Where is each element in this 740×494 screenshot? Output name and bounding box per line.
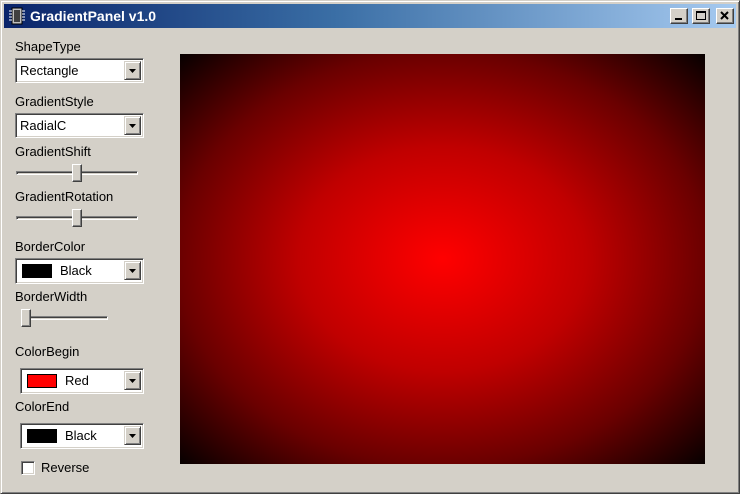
color-end-dropdown-button[interactable]: [124, 426, 141, 445]
gradient-rotation-thumb[interactable]: [72, 209, 82, 227]
border-color-swatch: [22, 264, 52, 278]
gradient-rotation-slider[interactable]: [16, 207, 138, 229]
close-icon: [720, 11, 729, 20]
shape-type-dropdown-button[interactable]: [124, 61, 141, 80]
color-begin-label: ColorBegin: [15, 344, 80, 359]
gradient-style-label: GradientStyle: [15, 94, 94, 109]
color-begin-swatch: [27, 374, 57, 388]
border-color-label: BorderColor: [15, 239, 86, 254]
chevron-down-icon: [129, 379, 136, 383]
color-begin-dropdown-button[interactable]: [124, 371, 141, 390]
close-button[interactable]: [716, 8, 734, 24]
chevron-down-icon: [129, 69, 136, 73]
border-color-dropdown-button[interactable]: [124, 261, 141, 280]
color-end-label: ColorEnd: [15, 399, 70, 414]
reverse-label[interactable]: Reverse: [41, 460, 89, 475]
maximize-button[interactable]: [692, 8, 710, 24]
window-title: GradientPanel v1.0: [30, 8, 157, 24]
gradient-style-value: RadialC: [20, 118, 67, 133]
chevron-down-icon: [129, 124, 136, 128]
border-color-select[interactable]: Black: [15, 258, 144, 284]
color-end-swatch: [27, 429, 57, 443]
gradient-shift-slider[interactable]: [16, 162, 138, 184]
gradient-preview-panel[interactable]: [180, 54, 705, 464]
color-begin-value: Red: [65, 373, 89, 388]
title-bar[interactable]: GradientPanel v1.0: [4, 4, 736, 28]
color-begin-select[interactable]: Red: [20, 368, 144, 394]
gradient-style-dropdown-button[interactable]: [124, 116, 141, 135]
gradient-style-select[interactable]: RadialC: [15, 113, 144, 138]
shape-type-select[interactable]: Rectangle: [15, 58, 144, 83]
maximize-icon: [696, 11, 706, 20]
shape-type-label: ShapeType: [15, 39, 81, 54]
minimize-button[interactable]: [670, 8, 688, 24]
border-width-thumb[interactable]: [21, 309, 31, 327]
border-width-track[interactable]: [21, 316, 108, 320]
color-end-select[interactable]: Black: [20, 423, 144, 449]
reverse-checkbox[interactable]: [21, 461, 35, 475]
color-end-value: Black: [65, 428, 97, 443]
chevron-down-icon: [129, 434, 136, 438]
border-width-label: BorderWidth: [15, 289, 88, 304]
minimize-icon: [675, 18, 682, 20]
shape-type-value: Rectangle: [20, 63, 79, 78]
gradient-shift-thumb[interactable]: [72, 164, 82, 182]
main-window: GradientPanel v1.0 ShapeType Rectangle G…: [0, 0, 740, 494]
border-width-slider[interactable]: [21, 307, 108, 329]
border-color-value: Black: [60, 263, 92, 278]
chip-icon[interactable]: [8, 7, 26, 25]
gradient-shift-label: GradientShift: [15, 144, 91, 159]
chevron-down-icon: [129, 269, 136, 273]
gradient-rotation-label: GradientRotation: [15, 189, 114, 204]
